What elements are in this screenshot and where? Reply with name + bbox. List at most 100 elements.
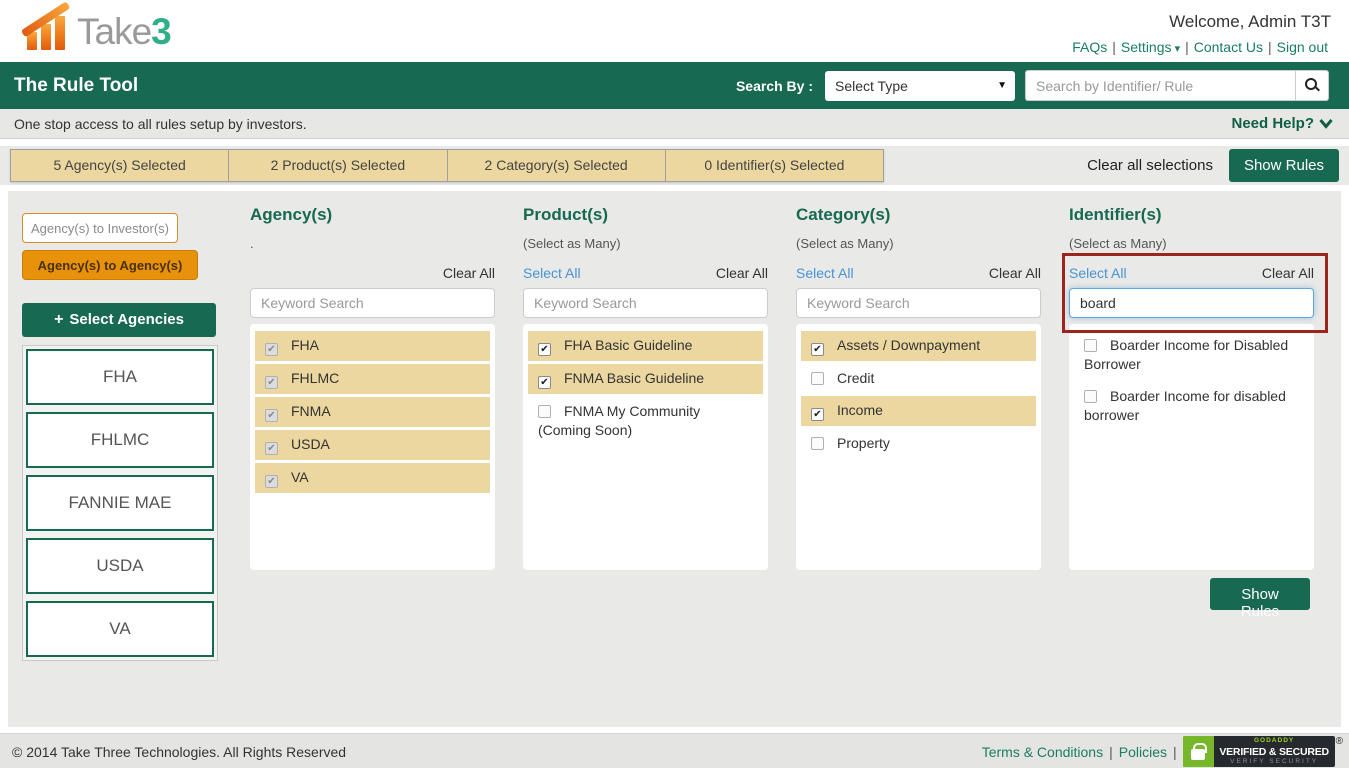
selection-segment[interactable]: 0 Identifier(s) Selected <box>666 150 884 181</box>
list-item[interactable]: ✔FNMA Basic Guideline <box>528 364 763 394</box>
column-subtitle: (Select as Many) <box>796 236 1041 252</box>
list-item[interactable]: ✔ Income <box>801 396 1036 426</box>
badge-text: GODADDYVERIFIED & SECUREDVERIFY SECURITY <box>1214 736 1335 767</box>
agency-button-fhlmc[interactable]: FHLMC <box>26 412 214 468</box>
godaddy-verified-badge[interactable]: GODADDYVERIFIED & SECUREDVERIFY SECURITY <box>1183 736 1335 767</box>
nav-link-faqs[interactable]: FAQs <box>1069 39 1110 55</box>
list-item[interactable]: ✔FHA <box>255 331 490 361</box>
footer-link-policies[interactable]: Policies <box>1119 744 1167 760</box>
need-help-label: Need Help? <box>1231 115 1314 132</box>
list-item[interactable]: ✔USDA <box>255 430 490 460</box>
selection-summary-row: 5 Agency(s) Selected2 Product(s) Selecte… <box>0 146 1349 185</box>
select-caret-icon: ▼ <box>997 80 1007 91</box>
clear-all-link-identifier[interactable]: Clear All <box>1262 265 1314 282</box>
list-item[interactable]: Boarder Income for disabled borrower <box>1074 382 1309 430</box>
main-area: Agency(s) to Investor(s) Agency(s) to Age… <box>8 191 1341 727</box>
nav-link-contact-us[interactable]: Contact Us <box>1191 39 1266 55</box>
selection-segment[interactable]: 2 Category(s) Selected <box>448 150 666 181</box>
items-panel-identifier: Boarder Income for Disabled Borrower Boar… <box>1069 324 1314 570</box>
logo-text: Take3 <box>77 12 171 52</box>
green-toolbar: The Rule Tool Search By : Select Type ▼ <box>0 62 1349 109</box>
item-label: FHA <box>291 337 319 353</box>
keyword-search-agency[interactable] <box>250 288 495 318</box>
selection-segment[interactable]: 5 Agency(s) Selected <box>11 150 229 181</box>
checkbox-unchecked[interactable] <box>538 405 551 418</box>
checkbox-checked: ✔ <box>265 442 278 455</box>
agency-button-usda[interactable]: USDA <box>26 538 214 594</box>
select-all-link-category[interactable]: Select All <box>796 265 854 282</box>
caret-down-icon: ▾ <box>1172 43 1181 55</box>
list-item[interactable]: FNMA My Community (Coming Soon) <box>528 397 763 445</box>
selection-columns-area: Agency(s).Clear All✔FHA✔FHLMC✔FNMA✔USDA✔… <box>226 191 1341 727</box>
mode-button-agency-s-to-agency-s-[interactable]: Agency(s) to Agency(s) <box>22 250 198 280</box>
agency-button-fha[interactable]: FHA <box>26 349 214 405</box>
keyword-search-identifier[interactable] <box>1069 288 1314 318</box>
select-all-link-product[interactable]: Select All <box>523 265 581 282</box>
item-label: Boarder Income for disabled borrower <box>1084 388 1286 423</box>
show-rules-button-bottom[interactable]: Show Rules <box>1210 578 1310 610</box>
search-type-value: Select Type <box>835 78 908 94</box>
item-label: Credit <box>837 370 874 386</box>
rule-search-input[interactable] <box>1025 70 1295 101</box>
checkbox-unchecked[interactable] <box>811 372 824 385</box>
search-button[interactable] <box>1295 70 1329 101</box>
show-rules-button-top[interactable]: Show Rules <box>1229 149 1339 182</box>
list-item[interactable]: ✔ FHA Basic Guideline <box>528 331 763 361</box>
need-help-toggle[interactable]: Need Help? <box>1231 115 1333 132</box>
badge-verified-line: VERIFIED & SECURED <box>1214 747 1335 758</box>
item-label: Income <box>837 402 883 418</box>
top-header: Take3 Welcome, Admin T3T FAQs|Settings ▾… <box>0 0 1349 62</box>
list-item[interactable]: ✔FHLMC <box>255 364 490 394</box>
clear-all-link-category[interactable]: Clear All <box>989 265 1041 282</box>
agency-quick-list: FHA FHLMC FANNIE MAE USDA VA <box>22 345 218 661</box>
take3-logo[interactable]: Take3 <box>26 10 171 52</box>
select-all-link-identifier[interactable]: Select All <box>1069 265 1127 282</box>
chevron-down-icon <box>1319 119 1333 129</box>
agency-button-va[interactable]: VA <box>26 601 214 657</box>
column-identifier: Identifier(s)(Select as Many)Select AllC… <box>1069 205 1314 727</box>
list-item[interactable]: Credit <box>801 364 1036 393</box>
items-panel-agency: ✔FHA✔FHLMC✔FNMA✔USDA✔VA <box>250 324 495 570</box>
list-item[interactable]: Boarder Income for Disabled Borrower <box>1074 331 1309 379</box>
clear-all-link-agency[interactable]: Clear All <box>443 265 495 282</box>
clear-all-selections[interactable]: Clear all selections <box>1087 157 1213 174</box>
footer-link-terms-conditions[interactable]: Terms & Conditions <box>982 744 1103 760</box>
item-label: Boarder Income for Disabled Borrower <box>1084 337 1288 372</box>
column-links-row: Select All Clear All <box>796 265 1041 282</box>
column-agency: Agency(s).Clear All✔FHA✔FHLMC✔FNMA✔USDA✔… <box>250 205 495 727</box>
badge-brand: GODADDY <box>1214 738 1335 745</box>
checkbox-checked[interactable]: ✔ <box>538 343 551 356</box>
sidebar: Agency(s) to Investor(s) Agency(s) to Age… <box>8 191 226 727</box>
item-label: Property <box>837 435 890 451</box>
mode-button-agency-s-to-investor-s-[interactable]: Agency(s) to Investor(s) <box>22 213 178 243</box>
copyright-text: © 2014 Take Three Technologies. All Righ… <box>12 744 346 760</box>
registered-mark: ® <box>1336 736 1343 747</box>
selection-segment[interactable]: 2 Product(s) Selected <box>229 150 447 181</box>
item-label: Assets / Downpayment <box>837 337 980 353</box>
plus-icon: + <box>54 311 63 328</box>
checkbox-unchecked[interactable] <box>1084 339 1097 352</box>
nav-link-settings[interactable]: Settings ▾ <box>1118 39 1183 55</box>
list-item[interactable]: ✔FNMA <box>255 397 490 427</box>
checkbox-checked[interactable]: ✔ <box>811 408 824 421</box>
keyword-search-category[interactable] <box>796 288 1041 318</box>
clear-all-link-product[interactable]: Clear All <box>716 265 768 282</box>
checkbox-unchecked[interactable] <box>811 437 824 450</box>
list-item[interactable]: ✔ Assets / Downpayment <box>801 331 1036 361</box>
item-label: FNMA <box>291 403 331 419</box>
items-panel-product: ✔ FHA Basic Guideline ✔FNMA Basic Guidelin… <box>523 324 768 570</box>
page-title: The Rule Tool <box>14 75 138 97</box>
select-agencies-button[interactable]: +Select Agencies <box>22 303 216 337</box>
agency-button-fannie-mae[interactable]: FANNIE MAE <box>26 475 214 531</box>
items-panel-category: ✔ Assets / Downpayment Credit ✔ Income Proper… <box>796 324 1041 570</box>
list-item[interactable]: Property <box>801 429 1036 458</box>
keyword-search-product[interactable] <box>523 288 768 318</box>
search-type-select[interactable]: Select Type ▼ <box>825 71 1015 101</box>
nav-link-sign-out[interactable]: Sign out <box>1274 39 1331 55</box>
checkbox-checked[interactable]: ✔ <box>538 376 551 389</box>
list-item[interactable]: ✔VA <box>255 463 490 493</box>
search-group <box>1025 70 1329 101</box>
item-label: FHA Basic Guideline <box>564 337 692 353</box>
checkbox-checked[interactable]: ✔ <box>811 343 824 356</box>
checkbox-unchecked[interactable] <box>1084 390 1097 403</box>
